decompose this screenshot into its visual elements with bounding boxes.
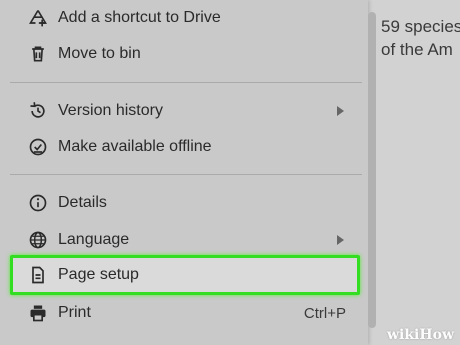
menu-item-label: Add a shortcut to Drive xyxy=(58,9,221,26)
scrollbar-thumb[interactable] xyxy=(368,12,376,328)
menu-item-print[interactable]: Print Ctrl+P xyxy=(10,294,362,332)
menu-item-language[interactable]: Language xyxy=(10,221,362,259)
printer-icon xyxy=(27,302,49,324)
menu-item-page-setup[interactable]: Page setup xyxy=(10,256,362,294)
wikihow-watermark: wikiHow xyxy=(386,327,454,343)
menu-item-move-to-bin[interactable]: Move to bin xyxy=(10,35,362,73)
menu-item-label: Move to bin xyxy=(58,45,141,62)
screen: 59 species of the Am Add a shortcut to D… xyxy=(0,0,460,345)
menu-item-label: Details xyxy=(58,194,107,211)
print-shortcut: Ctrl+P xyxy=(303,304,346,322)
history-icon xyxy=(27,100,49,122)
menu-item-details[interactable]: Details xyxy=(10,184,362,222)
offline-check-icon xyxy=(27,136,49,158)
menu-divider xyxy=(10,82,362,83)
menu-item-label: Page setup xyxy=(58,266,139,283)
file-menu: Add a shortcut to Drive Move to bin Vers… xyxy=(0,0,368,345)
globe-icon xyxy=(27,229,49,251)
submenu-arrow-icon xyxy=(337,106,344,116)
menu-item-label: Make available offline xyxy=(58,138,212,155)
submenu-arrow-icon xyxy=(337,235,344,245)
add-to-drive-icon xyxy=(27,7,49,29)
document-icon xyxy=(27,264,49,286)
document-text-line: of the Am xyxy=(381,40,453,59)
document-text-line: 59 species xyxy=(381,17,460,36)
menu-item-add-shortcut[interactable]: Add a shortcut to Drive xyxy=(10,0,362,37)
trash-icon xyxy=(27,43,49,65)
menu-item-label: Print xyxy=(58,304,91,321)
info-icon xyxy=(27,192,49,214)
menu-item-version-history[interactable]: Version history xyxy=(10,92,362,130)
menu-item-make-offline[interactable]: Make available offline xyxy=(10,128,362,166)
menu-item-label: Language xyxy=(58,231,130,248)
menu-item-label: Version history xyxy=(58,102,163,119)
menu-divider xyxy=(10,174,362,175)
